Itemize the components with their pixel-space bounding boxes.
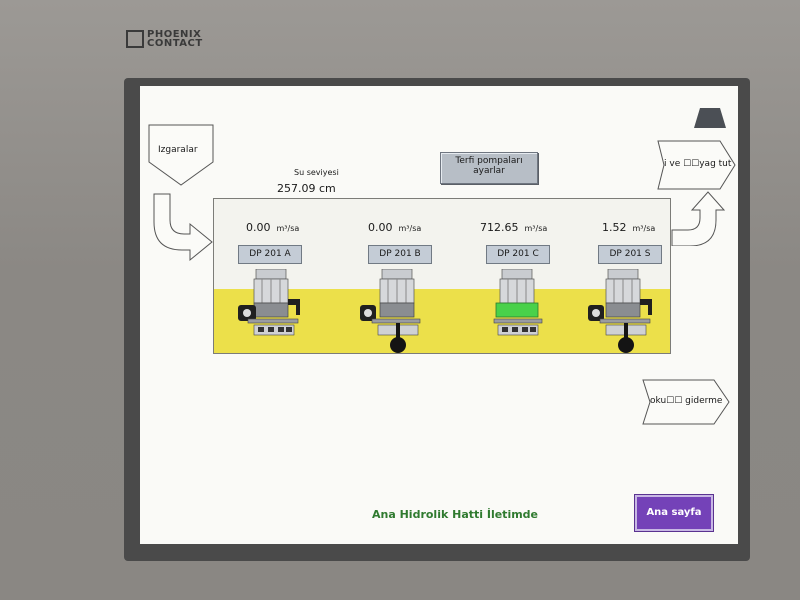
pump-a-button[interactable]: DP 201 A [238, 245, 302, 264]
pump-b-flow-unit: m³/sa [398, 224, 422, 233]
pump-c-button[interactable]: DP 201 C [486, 245, 550, 264]
hmi-screen: Izgaralar Su seviyesi 257.09 cm Terfi po… [140, 86, 738, 544]
booster-button-line2: ayarlar [473, 166, 505, 176]
water-level-label: Su seviyesi [294, 168, 339, 177]
inflow-arrow-icon [153, 193, 213, 262]
pump-c-flow: 712.65 m³/sa [480, 221, 547, 234]
pump-c-flow-value: 712.65 [480, 221, 519, 234]
pump-s-flow-unit: m³/sa [632, 224, 656, 233]
pump-a-flow-unit: m³/sa [276, 224, 300, 233]
brand-logo: PHOENIX CONTACT [126, 30, 203, 49]
pump-a-flow: 0.00 m³/sa [246, 221, 299, 234]
pump-station-panel: 0.00 m³/sa DP 201 A 0.00 m³/sa DP 201 B [213, 198, 671, 354]
pump-a-icon[interactable] [234, 268, 306, 365]
brand-logo-icon [126, 30, 144, 48]
grease-trap-nav-button[interactable]: i ve ☐☐yag tut [650, 140, 736, 190]
screens-nav-button[interactable]: Izgaralar [148, 124, 214, 186]
top-tab-icon [694, 108, 726, 128]
pump-s-button[interactable]: DP 201 S [598, 245, 662, 264]
outflow-arrow-icon [671, 191, 726, 246]
pump-b-icon[interactable] [358, 268, 430, 365]
pump-b-flow: 0.00 m³/sa [368, 221, 421, 234]
pump-s-flow-value: 1.52 [602, 221, 627, 234]
pump-b-button[interactable]: DP 201 B [368, 245, 432, 264]
pump-c-flow-unit: m³/sa [524, 224, 548, 233]
home-page-button[interactable]: Ana sayfa [634, 494, 714, 532]
odor-removal-nav-button[interactable]: oku☐☐ giderme [642, 379, 730, 425]
pump-s-icon[interactable] [586, 268, 658, 365]
pump-c-icon[interactable] [482, 268, 554, 365]
pump-a-flow-value: 0.00 [246, 221, 271, 234]
booster-pumps-settings-button[interactable]: Terfi pompaları ayarlar [440, 152, 538, 184]
line-status-text: Ana Hidrolik Hatti İletimde [372, 508, 539, 521]
booster-button-line1: Terfi pompaları [455, 156, 523, 166]
odor-removal-label: oku☐☐ giderme [650, 396, 723, 406]
pump-s-flow: 1.52 m³/sa [602, 221, 655, 234]
water-level-value: 257.09 cm [277, 182, 336, 195]
brand-line-2: CONTACT [147, 38, 203, 49]
grease-trap-label: i ve ☐☐yag tut [664, 159, 732, 169]
screens-label: Izgaralar [158, 145, 198, 155]
pump-b-flow-value: 0.00 [368, 221, 393, 234]
